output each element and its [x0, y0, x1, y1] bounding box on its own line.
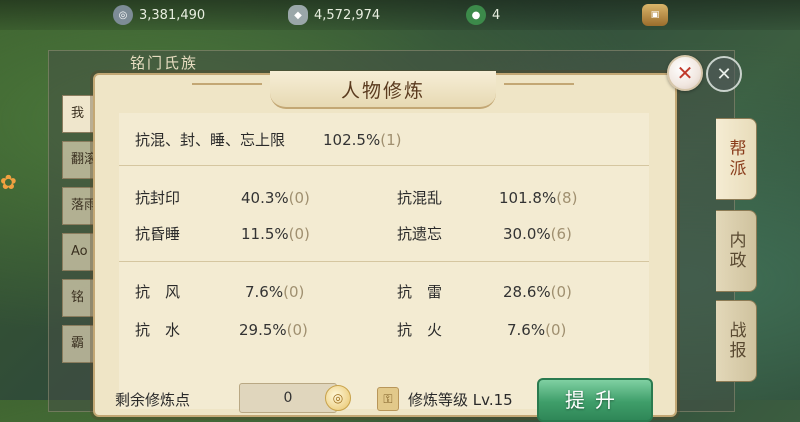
stat-label: 抗 火: [397, 321, 443, 339]
stat-label: 抗封印: [135, 189, 181, 207]
dialog-title: 人物修炼: [340, 79, 425, 102]
silver-resource: ◎ 3,381,490: [113, 5, 205, 25]
stat-value: 40.3%: [241, 188, 289, 207]
stat-count: (0): [550, 282, 572, 301]
stat-value: 102.5%: [323, 130, 381, 149]
cultivation-dialog: 人物修炼 ✕ 抗混、封、睡、忘上限 102.5% (1) 抗封印 40.3% (…: [93, 55, 703, 422]
resource-bar: ◎ 3,381,490 ◆ 4,572,974 ● 4 ▣: [0, 0, 800, 30]
silver-value: 3,381,490: [139, 7, 206, 23]
close-button[interactable]: ✕: [667, 55, 703, 91]
tab-clan[interactable]: 帮派: [716, 118, 757, 200]
ingot-icon: ◆: [288, 5, 308, 25]
chest-resource[interactable]: ▣: [642, 4, 674, 26]
clan-panel-title: 铭门氏族: [130, 54, 199, 72]
stat-count: (6): [550, 224, 572, 243]
close-icon[interactable]: ✕: [706, 56, 742, 92]
stat-row: 抗 雷 28.6% (0): [397, 281, 572, 302]
stat-label: 抗遗忘: [397, 225, 443, 243]
stat-count: (1): [380, 130, 402, 149]
stat-count: (0): [545, 320, 567, 339]
stat-label: 抗 雷: [397, 283, 443, 301]
jade-resource: ● 4: [466, 5, 500, 25]
ingot-resource: ◆ 4,572,974: [288, 5, 380, 25]
silver-coin-icon: ◎: [113, 5, 133, 25]
stat-count: (0): [288, 188, 310, 207]
summary-row: 抗混、封、睡、忘上限 102.5% (1): [135, 129, 401, 150]
stat-row: 抗遗忘 30.0% (6): [397, 223, 572, 244]
stat-count: (0): [283, 282, 305, 301]
stat-row: 抗 风 7.6% (0): [135, 281, 304, 302]
stat-row: 抗封印 40.3% (0): [135, 187, 310, 208]
stat-count: (8): [556, 188, 578, 207]
close-icon: ✕: [676, 61, 694, 85]
stat-value: 101.8%: [499, 188, 557, 207]
stat-value: 7.6%: [507, 320, 546, 339]
stat-value: 29.5%: [239, 320, 287, 339]
flower-icon: ✿: [0, 170, 17, 194]
lock-icon[interactable]: ⚿: [377, 387, 399, 411]
stat-count: (0): [286, 320, 308, 339]
stat-row: 抗昏睡 11.5% (0): [135, 223, 310, 244]
divider: [119, 165, 649, 166]
stat-row: 抗 水 29.5% (0): [135, 319, 308, 340]
stat-value: 28.6%: [503, 282, 551, 301]
stat-label: 抗混乱: [397, 189, 443, 207]
stat-value: 11.5%: [241, 224, 289, 243]
ingot-value: 4,572,974: [314, 7, 381, 23]
remaining-points-value: 0: [239, 383, 337, 413]
tab-affairs[interactable]: 内政: [716, 210, 757, 292]
stat-value: 7.6%: [245, 282, 284, 301]
upgrade-button[interactable]: 提升: [537, 378, 653, 422]
add-points-icon[interactable]: ◎: [325, 385, 351, 411]
chest-icon[interactable]: ▣: [642, 4, 668, 26]
dialog-title-plate: 人物修炼: [192, 71, 574, 109]
stat-label: 抗 风: [135, 283, 181, 301]
stat-label: 抗 水: [135, 321, 181, 339]
jade-icon: ●: [466, 5, 486, 25]
stat-count: (0): [288, 224, 310, 243]
stats-area: 抗混、封、睡、忘上限 102.5% (1) 抗封印 40.3% (0) 抗混乱 …: [119, 113, 649, 409]
stat-value: 30.0%: [503, 224, 551, 243]
tab-battle-report[interactable]: 战报: [716, 300, 757, 382]
stat-label: 抗昏睡: [135, 225, 181, 243]
stat-row: 抗混乱 101.8% (8): [397, 187, 577, 208]
stat-row: 抗 火 7.6% (0): [397, 319, 566, 340]
stat-label: 抗混、封、睡、忘上限: [135, 131, 286, 149]
divider: [119, 261, 649, 262]
jade-value: 4: [492, 7, 501, 23]
